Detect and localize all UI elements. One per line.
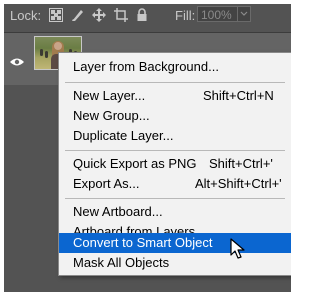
menu-item-shortcut: Shift+Ctrl+' [209,156,273,171]
menu-separator [65,82,285,83]
fill-input[interactable]: 100% [197,6,241,22]
menu-item-label: New Artboard... [73,204,163,219]
menu-item-convert-to-smart-object[interactable]: Convert to Smart Object [59,233,291,253]
mouse-cursor-icon [230,238,246,265]
lock-position-icon[interactable] [92,8,106,22]
menu-item-quick-export-png[interactable]: Quick Export as PNG Shift+Ctrl+' [59,154,291,174]
menu-item-label: New Group... [73,108,150,123]
lock-all-icon[interactable] [135,8,149,22]
menu-item-label: Duplicate Layer... [73,128,174,143]
menu-item-new-group[interactable]: New Group... [59,106,291,126]
menu-item-shortcut: Shift+Ctrl+N [203,88,274,103]
layers-panel: Lock: Fill: 100% Layer from Background..… [4,4,291,292]
menu-item-label: Mask All Objects [73,255,170,270]
lock-artboard-icon[interactable] [114,8,128,22]
menu-item-shortcut: Alt+Shift+Ctrl+' [195,176,282,191]
eye-icon[interactable] [9,54,25,72]
menu-item-label: Layer from Background... [73,59,219,74]
menu-item-layer-from-background[interactable]: Layer from Background... [59,57,291,77]
menu-item-duplicate-layer[interactable]: Duplicate Layer... [59,126,291,146]
layer-context-menu: Layer from Background... New Layer... Sh… [58,52,291,276]
lock-label: Lock: [10,8,42,23]
lock-toolbar: Lock: Fill: 100% [4,4,291,28]
fill-dropdown-button[interactable] [237,6,251,22]
menu-item-label: Convert to Smart Object [73,235,213,250]
menu-separator [65,150,285,151]
menu-item-label: Export As... [73,176,140,191]
menu-item-new-layer[interactable]: New Layer... Shift+Ctrl+N [59,86,291,106]
chevron-down-icon [240,11,248,16]
menu-separator [65,198,285,199]
lock-transparent-pixels-icon[interactable] [49,8,63,22]
menu-item-export-as[interactable]: Export As... Alt+Shift+Ctrl+' [59,174,291,194]
fill-label: Fill: [175,8,196,23]
menu-item-label: Quick Export as PNG [73,156,197,171]
lock-image-pixels-icon[interactable] [71,8,85,22]
menu-item-mask-all-objects[interactable]: Mask All Objects [59,253,291,273]
menu-item-label: New Layer... [73,88,146,103]
menu-item-new-artboard[interactable]: New Artboard... [59,202,291,222]
